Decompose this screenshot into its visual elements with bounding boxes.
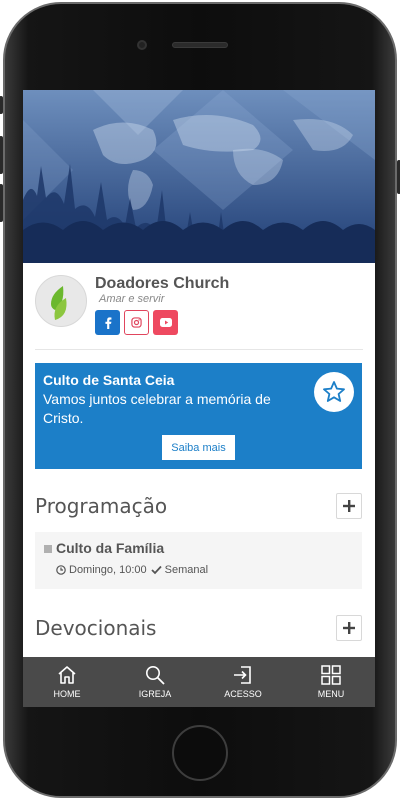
volume-button: [0, 96, 3, 114]
instagram-button[interactable]: [124, 310, 149, 335]
bottom-navigation: HOME IGREJA ACESSO MENU: [23, 657, 375, 707]
add-programacao-button[interactable]: [336, 493, 362, 519]
nav-menu[interactable]: MENU: [287, 657, 375, 707]
favorite-button[interactable]: [314, 372, 354, 412]
instagram-icon: [131, 317, 142, 328]
earpiece-speaker: [172, 42, 228, 48]
event-bullet: [44, 545, 52, 553]
worship-crowd-image: [23, 90, 375, 263]
nav-acesso[interactable]: ACESSO: [199, 657, 287, 707]
nav-label-acesso: ACESSO: [224, 689, 262, 699]
event-frequency: Semanal: [164, 564, 209, 576]
event-title: Culto da Família: [56, 540, 165, 556]
home-hardware-button[interactable]: [172, 725, 228, 781]
nav-label-igreja: IGREJA: [138, 689, 172, 699]
clock-icon: [56, 565, 66, 575]
search-icon: [146, 666, 165, 685]
check-icon: [151, 565, 162, 575]
section-title-programacao: Programação: [35, 494, 168, 518]
nav-label-home: HOME: [53, 689, 81, 699]
youtube-icon: [159, 318, 172, 327]
app-screen: Doadores Church Amar e servir Culto de S…: [23, 90, 375, 707]
leaf-logo-icon: [51, 286, 67, 320]
hero-banner: [23, 90, 375, 263]
youtube-button[interactable]: [153, 310, 178, 335]
add-devocionais-button[interactable]: [336, 615, 362, 641]
event-card[interactable]: Culto da Família Domingo, 10:00 Semanal: [35, 532, 362, 589]
profile-divider: [35, 349, 363, 350]
promo-text: Vamos juntos celebrar a memória de Crist…: [43, 391, 271, 426]
star-icon: [323, 381, 345, 402]
nav-igreja[interactable]: IGREJA: [111, 657, 199, 707]
plus-icon: [343, 622, 355, 634]
nav-label-menu: MENU: [317, 689, 345, 699]
church-tagline: Amar e servir: [99, 293, 165, 305]
saiba-mais-button[interactable]: Saiba mais: [162, 435, 235, 460]
church-name: Doadores Church: [95, 275, 230, 292]
event-when: Domingo, 10:00: [69, 564, 147, 576]
event-meta: Domingo, 10:00 Semanal: [56, 564, 208, 576]
login-icon: [234, 666, 251, 684]
home-icon: [58, 666, 76, 684]
promo-title: Culto de Santa Ceia: [43, 372, 175, 388]
grid-icon: [321, 665, 341, 685]
facebook-button[interactable]: [95, 310, 120, 335]
church-profile: Doadores Church Amar e servir: [23, 263, 375, 349]
plus-icon: [343, 500, 355, 512]
nav-home[interactable]: HOME: [23, 657, 111, 707]
section-title-devocionais: Devocionais: [35, 616, 157, 640]
volume-down-button: [0, 184, 3, 222]
church-logo: [35, 275, 87, 327]
promo-card[interactable]: Culto de Santa Ceia Vamos juntos celebra…: [35, 363, 362, 469]
front-camera: [137, 40, 147, 50]
facebook-icon: [104, 316, 111, 329]
volume-up-button: [0, 136, 3, 174]
